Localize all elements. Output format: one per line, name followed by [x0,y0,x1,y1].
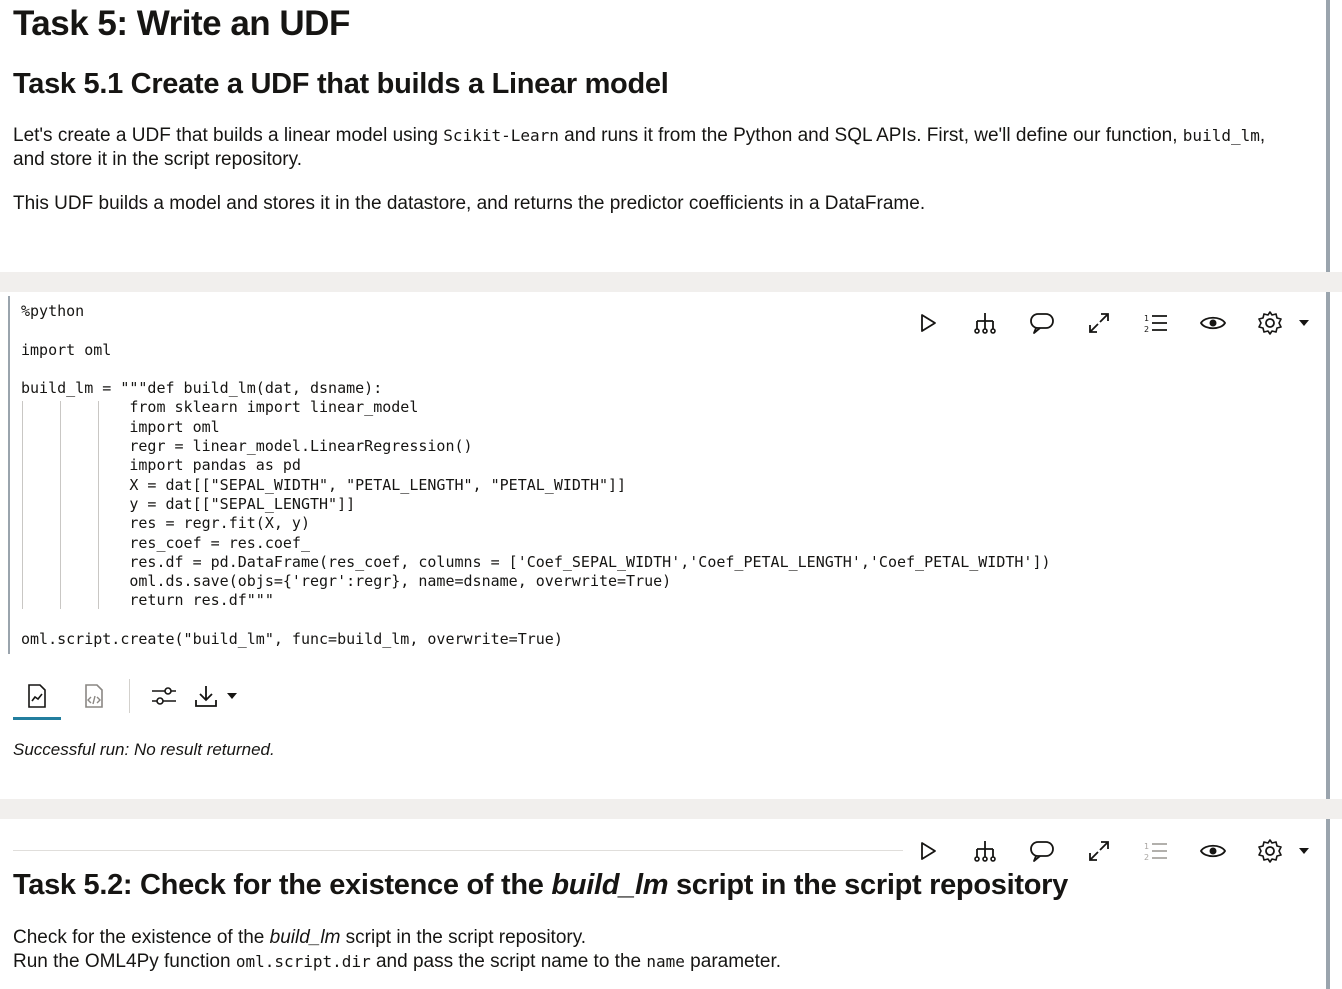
settings-dropdown[interactable] [1298,847,1312,855]
code-document-icon [85,684,103,708]
visibility-button[interactable] [1184,836,1241,866]
intro-text-part: and runs it from the Python and SQL APIs… [558,125,1183,146]
chart-document-icon [28,684,46,708]
sliders-icon [152,687,176,705]
chevron-down-icon [227,693,237,699]
task5-2-text: Check for the existence of the build_lm … [13,926,1313,974]
code-view-tab[interactable] [71,672,119,720]
intro-text-part: Let's create a UDF that builds a linear … [13,125,444,146]
heading-divider [13,850,903,851]
heading-text-part: script in the script repository [668,869,1068,901]
paragraph-separator [0,272,1342,292]
expand-button[interactable] [1070,836,1127,866]
intro-text-part: and store it in the script repository. [13,149,302,170]
text-part: Check for the existence of the [13,927,270,948]
description-text: This UDF builds a model and stores it in… [13,193,926,214]
comments-button[interactable] [1013,836,1070,866]
intro-text: Let's create a UDF that builds a linear … [13,124,1313,172]
chevron-down-icon [1299,848,1309,854]
result-view-tab[interactable] [13,672,61,720]
intro-text-part: , [1259,125,1266,146]
text-emphasis: build_lm [269,927,341,948]
heading-emphasis: build_lm [551,869,669,901]
inline-code-name: name [646,952,685,971]
expand-icon [1088,841,1109,861]
inline-code-scikit: Scikit-Learn [443,126,559,145]
line-numbers-button[interactable]: 12 [1127,836,1184,866]
section-heading-task5-1: Task 5.1 Create a UDF that builds a Line… [13,68,669,100]
heading-text-part: Task 5.2: Check for the existence of the [13,869,552,901]
code-editor[interactable]: %python import oml build_lm = """def bui… [8,296,1310,654]
download-icon [195,686,217,707]
comment-icon [1029,841,1054,862]
line-numbers-icon: 12 [1144,842,1167,862]
svg-text:1: 1 [1144,842,1149,851]
text-part: script in the script repository. [340,927,587,948]
text-part: and pass the script name to the [370,951,647,972]
output-toolbar [13,672,244,720]
play-icon [920,842,936,860]
eye-icon [1199,844,1226,858]
page-title: Task 5: Write an UDF [13,4,350,43]
inline-code-build-lm: build_lm [1182,126,1260,145]
paragraph-toolbar: 12 [899,836,1312,866]
gear-icon [1257,839,1282,863]
paragraph-separator [0,799,1342,819]
code-content[interactable]: %python import oml build_lm = """def bui… [21,302,1051,649]
download-button[interactable] [188,672,244,720]
inline-code-script-dir: oml.script.dir [235,952,371,971]
markdown-paragraph-task5: Task 5: Write an UDF Task 5.1 Create a U… [0,0,1330,272]
toolbar-divider [129,679,130,713]
text-part: parameter. [684,951,782,972]
section-heading-task5-2: Task 5.2: Check for the existence of the… [13,869,1068,902]
hierarchy-icon [973,841,996,862]
output-settings-button[interactable] [140,672,188,720]
run-button[interactable] [899,836,956,866]
dynamic-forms-button[interactable] [956,836,1013,866]
settings-button[interactable] [1241,836,1298,866]
svg-text:2: 2 [1144,853,1149,862]
text-part: Run the OML4Py function [13,951,236,972]
run-status-text: Successful run: No result returned. [13,740,275,759]
